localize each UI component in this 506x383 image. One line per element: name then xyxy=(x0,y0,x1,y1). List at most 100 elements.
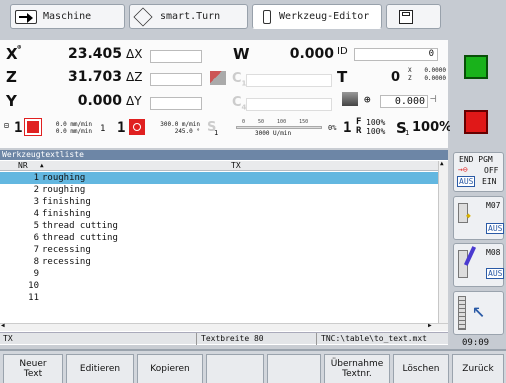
spindle-stop-icon xyxy=(24,118,42,136)
new-text-button[interactable]: Neuer Text xyxy=(3,354,63,383)
row-nr: 7 xyxy=(33,245,39,255)
collision-icon xyxy=(210,71,226,85)
table-row[interactable]: 6 thread cutting xyxy=(0,232,438,244)
delta-x-field xyxy=(150,50,202,63)
empty-softkey-1[interactable] xyxy=(206,354,264,383)
table-row[interactable]: 9 xyxy=(0,268,438,280)
empty-softkey-2[interactable] xyxy=(267,354,321,383)
end-pgm-arrow-icon: →⊖ xyxy=(458,165,468,174)
tab-smart-turn[interactable]: smart.Turn xyxy=(129,4,248,29)
tab-label: Maschine xyxy=(43,11,92,22)
tool-z-offset: 0.0000 xyxy=(424,75,446,82)
row-nr: 2 xyxy=(33,185,39,195)
status-file-path: TNC:\table\to_text.mxt xyxy=(316,333,427,345)
sort-icon: ▲ xyxy=(40,162,44,169)
smart-turn-icon xyxy=(133,6,153,27)
num-1: 1 xyxy=(100,124,106,134)
row-text: thread cutting xyxy=(42,233,118,243)
delete-button[interactable]: Löschen xyxy=(393,354,449,383)
axis-c1-label: C1 xyxy=(232,71,247,88)
end-pgm-toggle[interactable]: END PGM →⊖ OFF AUS EIN xyxy=(453,152,504,192)
row-text: thread cutting xyxy=(42,221,118,231)
column-header-nr[interactable]: NR xyxy=(18,161,28,171)
off-label: OFF xyxy=(484,166,499,175)
spindle-red-icon xyxy=(129,119,145,135)
c1-field xyxy=(246,74,332,87)
ein-toggle[interactable]: EIN xyxy=(482,177,496,186)
edit-button[interactable]: Editieren xyxy=(66,354,134,383)
copy-button[interactable]: Kopieren xyxy=(137,354,203,383)
table-row[interactable]: 10 xyxy=(0,280,438,292)
id-field[interactable]: 0 xyxy=(354,48,438,61)
scroll-up-icon[interactable]: ▲ xyxy=(440,160,444,167)
rpm-value: 3000 U/min xyxy=(255,130,292,137)
table-row[interactable]: 4 finishing xyxy=(0,208,438,220)
m07-aus[interactable]: AUS xyxy=(486,223,505,234)
r-pct: 100% xyxy=(366,127,386,136)
row-text: finishing xyxy=(42,209,91,219)
override-pct: 0% xyxy=(328,124,337,132)
tool-z-offset-label: Z xyxy=(408,75,412,82)
tool-t-label: T xyxy=(337,68,348,86)
delta-y-label: ΔY xyxy=(126,94,142,108)
feed-override-num: 1 xyxy=(343,120,352,136)
status-bar: TX Textbreite 80 TNC:\table\to_text.mxt xyxy=(0,332,448,345)
tab-save[interactable] xyxy=(386,4,441,29)
axis-x-label: X xyxy=(6,45,18,63)
spindle-angle-field[interactable]: 0.000 xyxy=(380,95,428,108)
m07-label: M07 xyxy=(486,201,501,210)
c4-field xyxy=(246,98,332,111)
m08-toggle[interactable]: M08 AUS xyxy=(453,243,505,287)
tool-t-value: 0 xyxy=(390,70,400,85)
vertical-scrollbar[interactable]: ▲ xyxy=(438,160,448,323)
axis-w-label: W xyxy=(233,45,250,63)
tab-werkzeug-editor[interactable]: Werkzeug-Editor xyxy=(252,4,382,29)
table-row[interactable]: 8 recessing xyxy=(0,256,438,268)
take-over-textnr-button[interactable]: Übernahme Textnr. xyxy=(324,354,390,383)
table-body: 1 roughing 2 roughing 3 finishing 4 finishing 5 t… xyxy=(0,172,438,322)
axis-x-value: 23.405 xyxy=(67,46,122,62)
aus-toggle[interactable]: AUS xyxy=(457,176,476,187)
rpm-scale-ticks: 0 50 100 150 xyxy=(242,119,309,125)
m08-label: M08 xyxy=(486,248,501,257)
row-text: recessing xyxy=(42,245,91,255)
row-nr: 3 xyxy=(33,197,39,207)
row-nr: 5 xyxy=(33,221,39,231)
rpm-scale-bar xyxy=(236,126,322,129)
feed-2b: 245.0 ° xyxy=(174,128,200,135)
back-button[interactable]: Zurück xyxy=(452,354,504,383)
s-sub: 1 xyxy=(214,129,219,137)
s1-pct: 100% xyxy=(412,120,453,135)
jog-arrow-icon: ↖ xyxy=(472,298,486,323)
spindle-icon xyxy=(342,92,358,106)
tab-maschine[interactable]: Maschine xyxy=(10,4,125,29)
table-row[interactable]: 11 xyxy=(0,292,438,304)
row-nr: 9 xyxy=(33,269,39,279)
stop-button[interactable] xyxy=(453,98,504,146)
table-row[interactable]: 2 roughing xyxy=(0,184,438,196)
slot-number-2: 1 xyxy=(117,120,126,136)
table-row[interactable]: 7 recessing xyxy=(0,244,438,256)
jog-button[interactable]: ↖ xyxy=(453,291,504,335)
m07-toggle[interactable]: ◆ M07 AUS xyxy=(453,196,505,240)
table-row[interactable]: 3 finishing xyxy=(0,196,438,208)
start-button[interactable] xyxy=(453,45,504,93)
axis-z-value: 31.703 xyxy=(67,69,122,85)
table-row[interactable]: 1 roughing xyxy=(0,172,438,184)
m08-aus[interactable]: AUS xyxy=(486,268,505,279)
row-text: recessing xyxy=(42,257,91,267)
feed-2a: 300.0 m/min xyxy=(160,121,200,128)
coolant-drop-icon: ◆ xyxy=(466,211,471,220)
table-title: Werkzeugtextliste xyxy=(0,150,448,160)
horizontal-scrollbar[interactable]: ◀ ▶ xyxy=(0,322,448,331)
end-pgm-label: END PGM xyxy=(459,155,493,164)
column-header-tx[interactable]: TX xyxy=(231,161,241,171)
scroll-left-icon[interactable]: ◀ xyxy=(1,322,5,329)
clock: 09:09 xyxy=(462,338,490,348)
table-row[interactable]: 5 thread cutting xyxy=(0,220,438,232)
table-header: NR ▲ TX xyxy=(0,161,438,171)
row-nr: 1 xyxy=(33,173,39,183)
row-nr: 6 xyxy=(33,233,39,243)
scroll-right-icon[interactable]: ▶ xyxy=(428,322,432,329)
delta-z-field xyxy=(150,73,202,86)
